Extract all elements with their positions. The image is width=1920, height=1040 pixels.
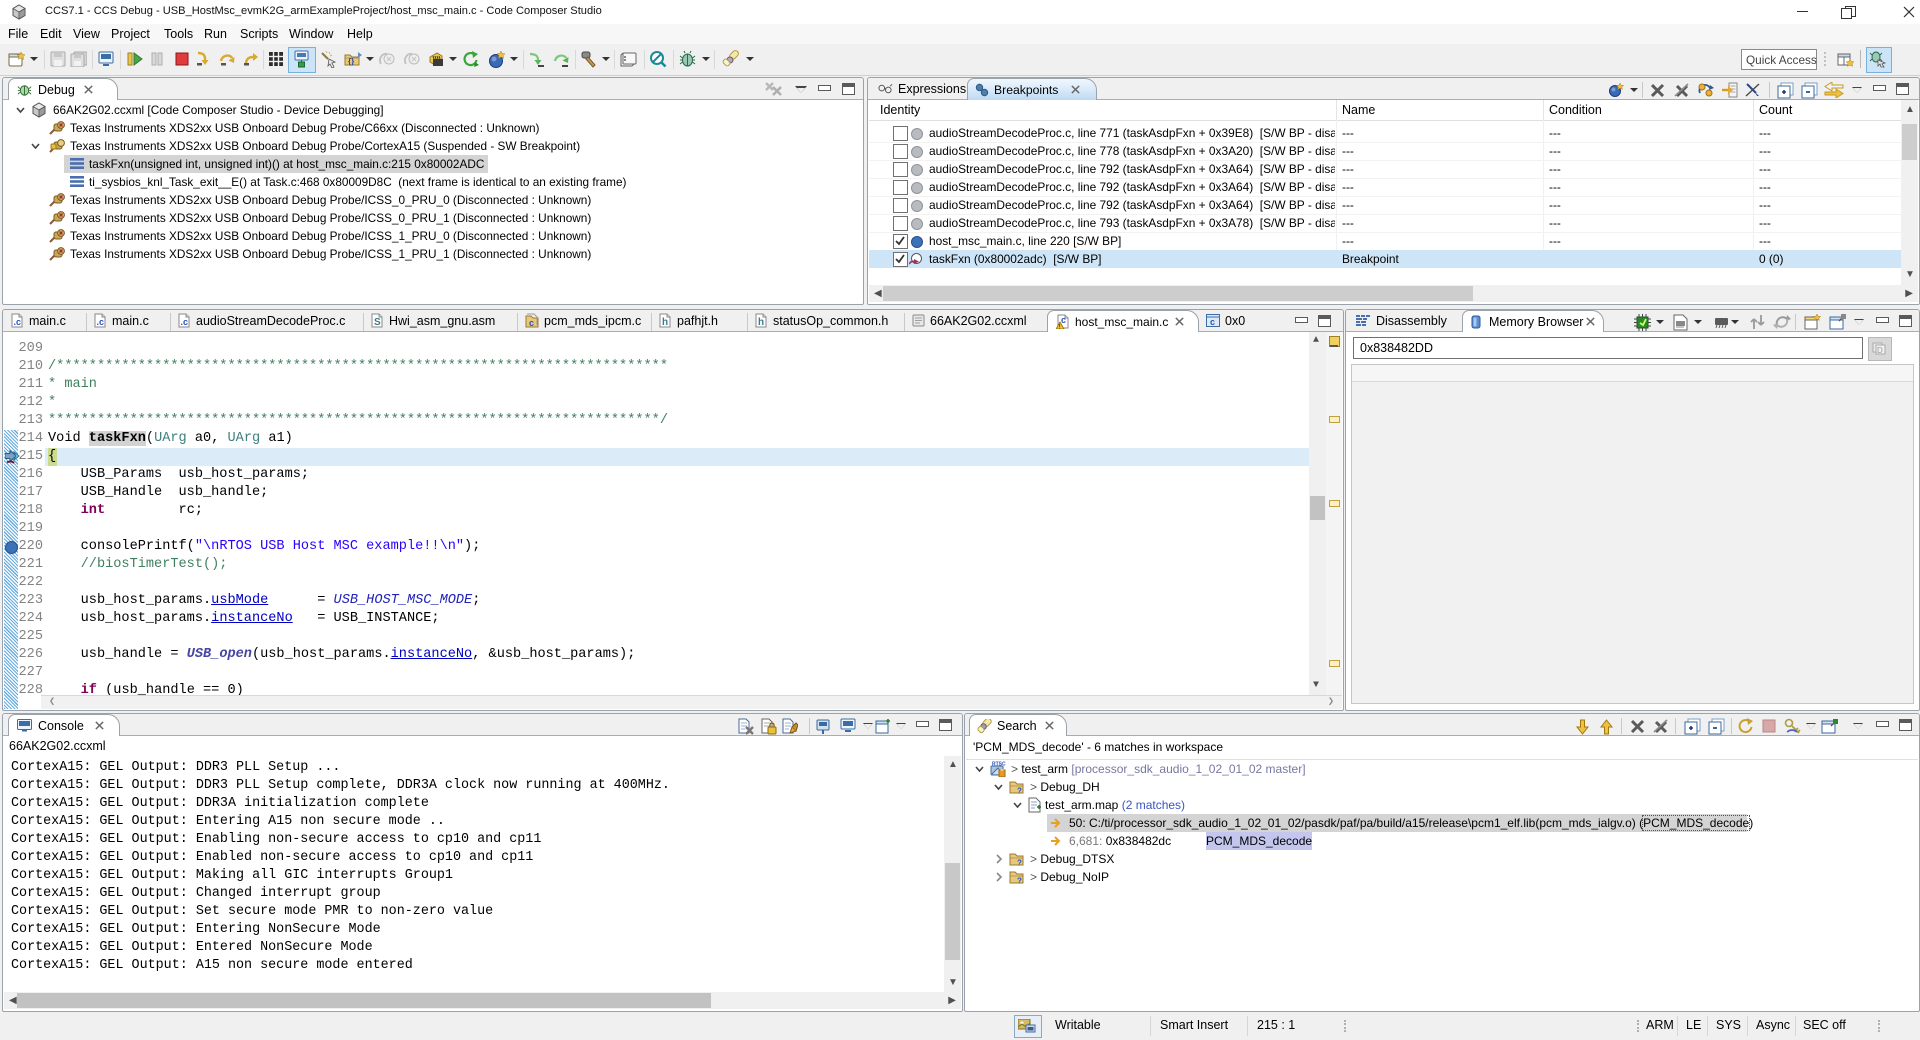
- svg-text:.c: .c: [181, 317, 189, 327]
- svg-text:.c: .c: [97, 317, 105, 327]
- svg-text:c: c: [1210, 317, 1215, 327]
- svg-text:RTSC: RTSC: [992, 762, 1006, 768]
- svg-text:c: c: [1061, 315, 1066, 325]
- svg-text:D: D: [1877, 346, 1883, 355]
- svg-text:h: h: [758, 317, 764, 328]
- svg-text:?: ?: [1017, 859, 1022, 867]
- svg-text:.c: .c: [14, 317, 22, 327]
- svg-text:{}: {}: [348, 57, 354, 66]
- svg-text:c: c: [529, 318, 534, 328]
- svg-text:?: ?: [1017, 877, 1022, 885]
- svg-text:S: S: [374, 317, 381, 328]
- svg-text:h: h: [662, 317, 668, 328]
- svg-text:?: ?: [1017, 787, 1022, 795]
